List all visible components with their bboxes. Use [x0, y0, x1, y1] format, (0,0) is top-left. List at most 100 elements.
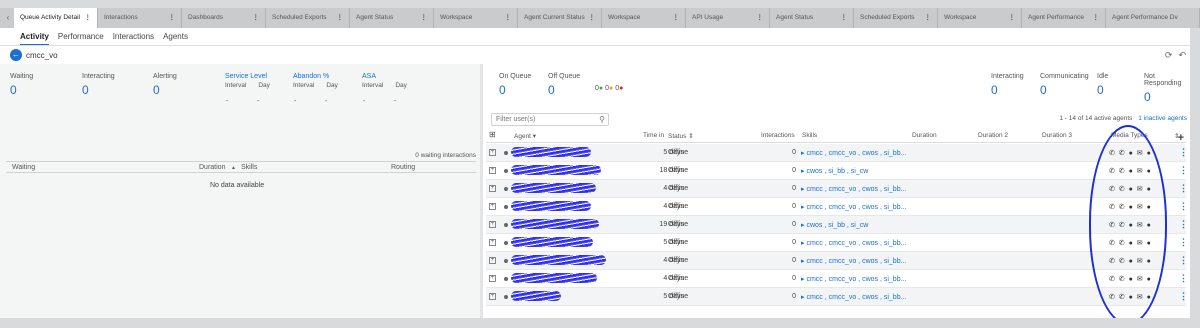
active-agents-count: 1 - 14 of 14 active agents — [1059, 115, 1133, 122]
expand-row-icon[interactable]: + — [489, 203, 496, 210]
skills[interactable]: ▸ cmcc , cmcc_vo , cwos , si_bb... — [801, 203, 906, 211]
col-agent[interactable]: Agent ▾ — [514, 132, 536, 140]
abandon-stat[interactable]: Abandon % Interval Day — [293, 73, 338, 89]
tab-menu-icon[interactable]: ⋮ — [841, 8, 848, 28]
redacted-agent-name — [511, 291, 561, 301]
tab-menu-icon[interactable]: ⋮ — [85, 8, 92, 28]
skills[interactable]: ▸ cmcc , cmcc_vo , cwos , si_bb... — [801, 149, 906, 157]
tab-6[interactable]: Agent Current Status ⋮ — [518, 8, 602, 28]
subtab-performance[interactable]: Performance — [58, 32, 104, 46]
col-waiting[interactable]: Waiting — [12, 164, 35, 171]
row-menu-icon[interactable]: ⋮ — [1179, 219, 1188, 230]
skills[interactable]: ▸ cwos , si_bb , si_cw — [801, 167, 868, 175]
tab-12[interactable]: Agent Performance ⋮ — [1022, 8, 1106, 28]
tab-menu-icon[interactable]: ⋮ — [673, 8, 680, 28]
back-arrow-icon[interactable]: ← — [10, 49, 22, 61]
row-menu-icon[interactable]: ⋮ — [1179, 183, 1188, 194]
tab-menu-icon[interactable]: ⋮ — [589, 8, 596, 28]
col-skills[interactable]: Skills — [802, 132, 817, 139]
row-menu-icon[interactable]: ⋮ — [1179, 255, 1188, 266]
table-row[interactable]: +4 days Offline 0 ▸ cmcc , cmcc_vo , cwos ,… — [486, 198, 1188, 216]
expand-row-icon[interactable]: + — [489, 239, 496, 246]
refresh-icon[interactable]: ⟳ — [1165, 50, 1173, 61]
expand-row-icon[interactable]: + — [489, 221, 496, 228]
skills[interactable]: ▸ cmcc , cmcc_vo , cwos , si_bb... — [801, 239, 906, 247]
undo-icon[interactable]: ↶ — [1178, 50, 1186, 61]
col-status[interactable]: Status ⇕ — [668, 132, 694, 140]
row-menu-icon[interactable]: ⋮ — [1179, 147, 1188, 158]
table-row[interactable]: +18 days Offline 0 ▸ cwos , si_bb , si_cw ✆ … — [486, 162, 1188, 180]
tab-menu-icon[interactable]: ⋮ — [253, 8, 260, 28]
col-time-in[interactable]: Time in — [643, 132, 664, 139]
tab-menu-icon[interactable]: ⋮ — [421, 8, 428, 28]
expand-row-icon[interactable]: + — [489, 257, 496, 264]
service-level-stat[interactable]: Service Level Interval Day — [225, 73, 270, 89]
subtab-activity[interactable]: Activity — [20, 32, 49, 46]
table-row[interactable]: +5 days Offline 0 ▸ cmcc , cmcc_vo , cwos ,… — [486, 144, 1188, 162]
row-menu-icon[interactable]: ⋮ — [1179, 291, 1188, 302]
tab-0[interactable]: Queue Activity Detail ⋮ — [14, 8, 98, 28]
tab-7[interactable]: Workspace ⋮ — [602, 8, 686, 28]
col-interactions[interactable]: Interactions — [761, 132, 795, 139]
row-menu-icon[interactable]: ⋮ — [1179, 165, 1188, 176]
subtab-agents[interactable]: Agents — [163, 32, 188, 46]
table-row[interactable]: +5 days Offline 0 ▸ cmcc , cmcc_vo , cwos ,… — [486, 288, 1188, 306]
tab-menu-icon[interactable]: ⋮ — [925, 8, 932, 28]
skills[interactable]: ▸ cwos , si_bb , si_cw — [801, 221, 868, 229]
expand-all-icon[interactable]: ⊞ — [489, 130, 496, 139]
expand-row-icon[interactable]: + — [489, 185, 496, 192]
row-menu-icon[interactable]: ⋮ — [1179, 273, 1188, 284]
tab-menu-icon[interactable]: ⋮ — [169, 8, 176, 28]
off-queue-stat: Off Queue 0 — [548, 73, 580, 97]
col-duration[interactable]: Duration — [199, 164, 225, 171]
tab-10[interactable]: Scheduled Exports ⋮ — [854, 8, 938, 28]
tab-13[interactable]: Agent Performance Dv — [1106, 8, 1200, 28]
col-duration[interactable]: Duration — [912, 132, 937, 139]
row-menu-icon[interactable]: ⋮ — [1179, 237, 1188, 248]
tab-5[interactable]: Workspace ⋮ — [434, 8, 518, 28]
skills[interactable]: ▸ cmcc , cmcc_vo , cwos , si_bb... — [801, 185, 906, 193]
tab-9[interactable]: Agent Status ⋮ — [770, 8, 854, 28]
col-skills[interactable]: Skills — [241, 164, 257, 171]
tab-4[interactable]: Agent Status ⋮ — [350, 8, 434, 28]
table-row[interactable]: +4 days Offline 0 ▸ cmcc , cmcc_vo , cwos ,… — [486, 252, 1188, 270]
tab-menu-icon[interactable]: ⋮ — [1009, 8, 1016, 28]
table-row[interactable]: +5 days Offline 0 ▸ cmcc , cmcc_vo , cwos ,… — [486, 234, 1188, 252]
col-routing[interactable]: Routing — [391, 164, 415, 171]
tab-menu-icon[interactable]: ⋮ — [1093, 8, 1100, 28]
skills[interactable]: ▸ cmcc , cmcc_vo , cwos , si_bb... — [801, 257, 906, 265]
col-duration-2[interactable]: Duration 2 — [978, 132, 1008, 139]
search-icon[interactable]: ⚲ — [599, 115, 605, 124]
tab-scroll-left-icon[interactable]: ‹ — [3, 8, 13, 28]
table-row[interactable]: +4 days Offline 0 ▸ cmcc , cmcc_vo , cwos ,… — [486, 270, 1188, 288]
expand-row-icon[interactable]: + — [489, 149, 496, 156]
communicating-stat: Communicating 0 — [1040, 73, 1089, 97]
expand-row-icon[interactable]: + — [489, 275, 496, 282]
tab-menu-icon[interactable]: ⋮ — [505, 8, 512, 28]
filter-users-input[interactable]: Filter user(s) ⚲ — [491, 113, 609, 126]
tab-menu-icon[interactable]: ⋮ — [337, 8, 344, 28]
expand-row-icon[interactable]: + — [489, 167, 496, 174]
expand-row-icon[interactable]: + — [489, 293, 496, 300]
table-row[interactable]: +4 days Offline 0 ▸ cmcc , cmcc_vo , cwos ,… — [486, 180, 1188, 198]
tab-11[interactable]: Workspace ⋮ — [938, 8, 1022, 28]
tab-8[interactable]: API Usage ⋮ — [686, 8, 770, 28]
asa-stat[interactable]: ASA Interval Day — [362, 73, 407, 89]
sort-asc-icon[interactable]: ▲ — [231, 165, 236, 171]
row-menu-icon[interactable]: ⋮ — [1179, 201, 1188, 212]
add-column-icon[interactable]: + — [1178, 132, 1184, 144]
presence-counts: 0● 0● 0● — [595, 85, 623, 92]
col-duration-3[interactable]: Duration 3 — [1042, 132, 1072, 139]
table-row[interactable]: +19 days Offline 0 ▸ cwos , si_bb , si_cw ✆ … — [486, 216, 1188, 234]
skills[interactable]: ▸ cmcc , cmcc_vo , cwos , si_bb... — [801, 275, 906, 283]
tab-3[interactable]: Scheduled Exports ⋮ — [266, 8, 350, 28]
tab-2[interactable]: Dashboards ⋮ — [182, 8, 266, 28]
tab-menu-icon[interactable]: ⋮ — [757, 8, 764, 28]
day-label: Day — [258, 82, 270, 89]
subtab-interactions[interactable]: Interactions — [113, 32, 154, 46]
skills[interactable]: ▸ cmcc , cmcc_vo , cwos , si_bb... — [801, 293, 906, 301]
tab-1[interactable]: Interactions ⋮ — [98, 8, 182, 28]
inactive-agents-link[interactable]: 1 inactive agents — [1138, 115, 1187, 122]
asa-interval-value: - — [363, 98, 366, 105]
header-actions: ⟳ ↶ — [1165, 50, 1186, 61]
